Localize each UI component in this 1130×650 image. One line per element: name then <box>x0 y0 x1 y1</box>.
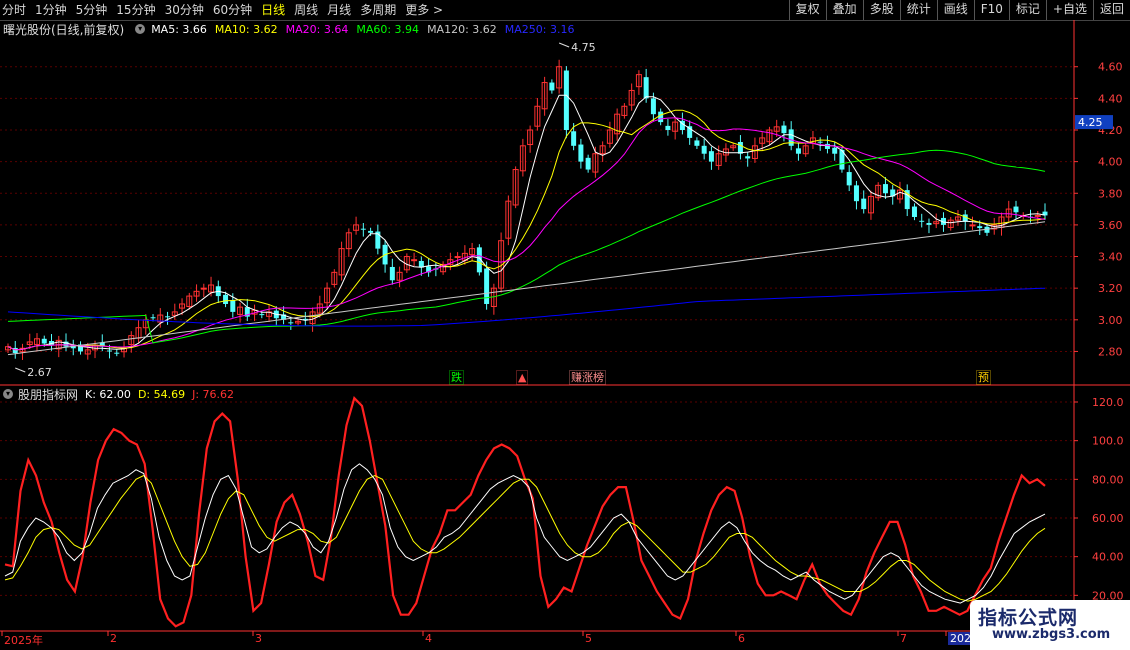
indicator-tick-label: 60.00 <box>1092 512 1124 525</box>
date-label-0: 2025年 <box>4 634 43 647</box>
j-line <box>4 395 1046 628</box>
signal-marker-2[interactable]: 赚涨榜 <box>569 370 606 385</box>
candle-down <box>737 142 743 154</box>
indicator-tick-label: 100.0 <box>1092 435 1124 448</box>
candle-down <box>360 228 366 230</box>
chart-canvas[interactable]: 4.604.404.204.003.803.603.403.203.002.80… <box>0 0 1130 650</box>
candle-down <box>288 322 294 324</box>
candle-down <box>107 350 113 352</box>
candle-down <box>846 172 852 186</box>
candle-down <box>563 70 569 130</box>
candle-down <box>817 141 823 143</box>
ma250-line <box>7 287 1046 327</box>
candle-down <box>658 111 664 123</box>
high-label: 4.75 <box>571 41 596 54</box>
candle-down <box>853 185 859 202</box>
candle-down <box>578 144 584 162</box>
candle-down <box>824 143 830 149</box>
watermark-title: 指标公式网 <box>978 607 1079 629</box>
indicator-tick-label: 80.00 <box>1092 473 1124 486</box>
candle-down <box>1013 206 1019 213</box>
signal-marker-1[interactable]: ▲ <box>516 370 529 385</box>
signal-marker-3[interactable]: 预 <box>976 370 991 385</box>
candle-down <box>585 157 591 170</box>
price-tick-label: 3.60 <box>1098 219 1123 232</box>
price-tick-label: 4.60 <box>1098 61 1123 74</box>
candle-up <box>454 256 461 259</box>
d-line <box>4 474 1046 602</box>
price-tick-label: 4.40 <box>1098 92 1123 105</box>
candle-down <box>571 131 577 146</box>
price-tick-label: 2.80 <box>1098 345 1123 358</box>
date-axis: 2025年 2 3 4 5 6 7 2025 <box>0 631 1075 650</box>
candle-down <box>665 125 671 130</box>
date-label-2: 3 <box>255 632 262 645</box>
candle-down <box>781 125 787 134</box>
indicator-tick-label: 40.00 <box>1092 551 1124 564</box>
price-tick-label: 3.40 <box>1098 251 1123 264</box>
candle-down <box>549 82 555 91</box>
ma10-line <box>7 109 1046 351</box>
candle-down <box>41 338 47 344</box>
candle-down <box>643 77 649 99</box>
candle-down <box>708 151 714 162</box>
candle-down <box>368 230 374 233</box>
candle-down <box>223 294 229 304</box>
date-label-1: 2 <box>110 632 117 645</box>
indicator-name[interactable]: 股朋指标网 <box>18 386 78 403</box>
signal-marker-0[interactable]: 跌 <box>449 370 464 385</box>
candle-down <box>165 316 171 318</box>
candle-down <box>919 220 925 222</box>
candle-down <box>701 145 707 154</box>
candle-down <box>389 266 395 281</box>
watermark-url: www.zbgs3.com <box>992 627 1111 642</box>
candle-down <box>795 148 801 154</box>
d-value: D: 54.69 <box>137 387 186 401</box>
indicator-header: ▾ 股朋指标网 K: 62.00 D: 54.69 J: 76.62 <box>0 386 234 402</box>
date-label-6: 7 <box>900 632 907 645</box>
j-value: J: 76.62 <box>192 387 235 401</box>
candle-down <box>882 184 888 194</box>
candle-down <box>832 147 838 154</box>
ma5-line <box>7 94 1046 351</box>
watermark-logo: 指标公式网 www.zbgs3.com <box>970 600 1130 650</box>
indicator-tick-label: 120.0 <box>1092 396 1124 409</box>
candle-up <box>200 287 207 290</box>
low-marker <box>15 367 26 373</box>
candle-down <box>904 190 910 210</box>
candle-down <box>977 226 983 229</box>
high-marker <box>558 42 570 48</box>
candle-down <box>484 268 490 304</box>
candle-up <box>411 259 418 262</box>
candle-down <box>150 317 156 319</box>
chevron-down-icon[interactable]: ▾ <box>3 389 13 399</box>
candle-down <box>259 314 265 316</box>
low-label: 2.67 <box>27 366 51 379</box>
price-tick-label: 3.00 <box>1098 314 1123 327</box>
candle-up <box>969 224 976 227</box>
ma120-line <box>7 221 1046 356</box>
price-tick-label: 4.00 <box>1098 156 1123 169</box>
candle-down <box>788 129 794 146</box>
k-line <box>4 463 1046 604</box>
price-tick-label: 3.20 <box>1098 282 1123 295</box>
price-tick-label: 3.80 <box>1098 187 1123 200</box>
candle-down <box>745 156 751 159</box>
ma20-line <box>7 117 1046 351</box>
candle-down <box>911 206 917 217</box>
date-label-3: 4 <box>425 632 432 645</box>
candle-down <box>114 352 120 354</box>
ma60-line <box>7 149 1046 344</box>
k-value: K: 62.00 <box>85 387 131 401</box>
candle-down <box>926 223 932 225</box>
candle-down <box>650 98 656 115</box>
date-label-4: 5 <box>585 632 592 645</box>
current-price-label: 4.25 <box>1078 116 1103 129</box>
candle-down <box>694 140 700 146</box>
candle-up <box>1034 214 1041 217</box>
candle-down <box>861 198 867 210</box>
candle-down <box>230 300 236 312</box>
date-label-5: 6 <box>738 632 745 645</box>
